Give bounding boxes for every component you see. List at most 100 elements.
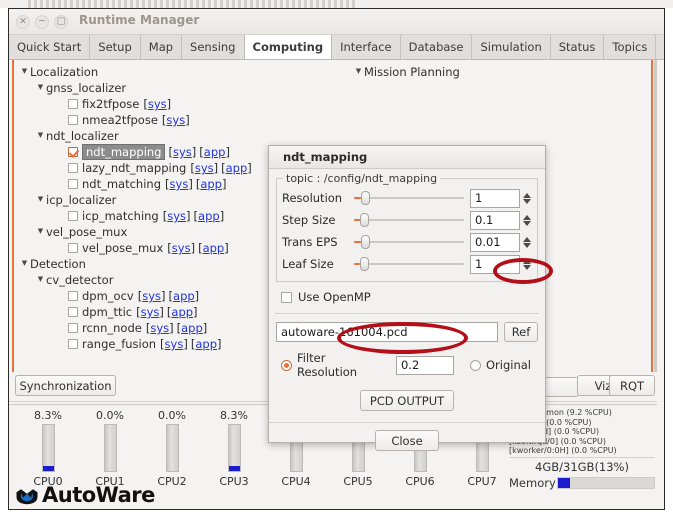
pcd-output-button[interactable]: PCD OUTPUT [360, 390, 454, 411]
node-checkbox[interactable] [68, 243, 78, 253]
cpu-bar [103, 424, 117, 472]
link-app[interactable]: [app] [221, 161, 252, 175]
dialog-divider-1 [275, 313, 539, 314]
node-checkbox[interactable] [68, 163, 78, 173]
link-app-text: app [198, 209, 220, 223]
link-sys[interactable]: [sys] [165, 177, 193, 191]
node-checkbox[interactable] [68, 307, 78, 317]
spinner-input[interactable] [470, 188, 520, 208]
minimize-icon[interactable]: − [35, 15, 49, 29]
tab-status[interactable]: Status [550, 35, 605, 59]
node-checkbox[interactable] [68, 323, 78, 333]
tab-computing[interactable]: Computing [243, 35, 333, 59]
chevron-down-icon[interactable]: ▼ [35, 131, 46, 139]
spinner-up-icon[interactable] [522, 192, 531, 198]
link-sys[interactable]: [sys] [136, 305, 164, 319]
right-node-tree: ▼ Mission Planning [343, 60, 657, 80]
minimize-glyph: − [38, 16, 46, 27]
spinner-down-icon[interactable] [522, 242, 531, 248]
tree-node-nmea2tfpose[interactable]: nmea2tfpose [sys] [9, 112, 339, 128]
link-app[interactable]: [app] [198, 241, 229, 255]
node-checkbox[interactable] [68, 339, 78, 349]
link-sys[interactable]: [sys] [146, 321, 174, 335]
link-app[interactable]: [app] [196, 177, 227, 191]
tab-quick-start[interactable]: Quick Start [9, 35, 91, 59]
tab-setup[interactable]: Setup [90, 35, 141, 59]
spinner-up-icon[interactable] [522, 236, 531, 242]
tab-database[interactable]: Database [400, 35, 473, 59]
original-radio[interactable] [469, 359, 481, 371]
slider-handle[interactable] [360, 191, 370, 205]
tab-sensing[interactable]: Sensing [182, 35, 245, 59]
link-sys[interactable]: [sys] [138, 289, 166, 303]
tree-node-mission-planning[interactable]: ▼ Mission Planning [343, 64, 657, 80]
link-app[interactable]: [app] [177, 321, 208, 335]
filter-resolution-radio[interactable] [281, 359, 292, 371]
slider-handle[interactable] [359, 257, 369, 271]
chevron-down-icon[interactable]: ▼ [19, 67, 30, 75]
tree-node-ndt_localizer[interactable]: ▼ ndt_localizer [9, 128, 339, 144]
spinner-up-icon[interactable] [522, 214, 531, 220]
link-sys[interactable]: [sys] [160, 337, 188, 351]
rqt-button[interactable]: RQT [609, 375, 655, 396]
ref-button[interactable]: Ref [504, 322, 538, 342]
tree-node-localization[interactable]: ▼ Localization [9, 64, 339, 80]
slider-track[interactable] [354, 235, 464, 249]
link-app[interactable]: [app] [199, 145, 230, 159]
pcd-file-input[interactable] [276, 322, 498, 342]
node-checkbox[interactable] [68, 211, 78, 221]
spinner-input[interactable] [470, 210, 520, 230]
link-app[interactable]: [app] [191, 337, 222, 351]
link-app[interactable]: [app] [194, 209, 225, 223]
dialog-close-button[interactable]: Close [375, 430, 439, 451]
maximize-icon[interactable]: □ [54, 15, 68, 29]
slider-track[interactable] [354, 213, 464, 227]
tab-topics[interactable]: Topics [604, 35, 657, 59]
spinner-down-icon[interactable] [522, 264, 531, 270]
memory-label: Memory [509, 476, 556, 490]
chevron-down-icon[interactable]: ▼ [35, 83, 46, 91]
tab-simulation[interactable]: Simulation [472, 35, 551, 59]
close-icon[interactable]: × [16, 15, 30, 29]
spinner-input[interactable] [470, 254, 520, 274]
slider-track[interactable] [354, 257, 464, 271]
link-app[interactable]: [app] [167, 305, 198, 319]
chevron-down-icon[interactable]: ▼ [35, 195, 46, 203]
chevron-down-icon[interactable]: ▼ [35, 275, 46, 283]
link-app[interactable]: [app] [169, 289, 200, 303]
link-sys[interactable]: [sys] [143, 97, 171, 111]
link-sys[interactable]: [sys] [190, 161, 218, 175]
dialog-title: ndt_mapping [269, 146, 545, 169]
spinner-down-icon[interactable] [522, 220, 531, 226]
tab-interface[interactable]: Interface [332, 35, 401, 59]
slider-fill [354, 197, 361, 199]
link-sys[interactable]: [sys] [163, 209, 191, 223]
filter-resolution-input[interactable] [395, 355, 454, 375]
chevron-down-icon[interactable]: ▼ [353, 67, 364, 75]
node-checkbox[interactable] [68, 147, 78, 157]
node-checkbox[interactable] [68, 99, 78, 109]
slider-handle[interactable] [360, 235, 370, 249]
node-label: gnss_localizer [46, 81, 127, 95]
slider-handle[interactable] [359, 213, 369, 227]
slider-track[interactable] [354, 191, 464, 205]
link-sys[interactable]: [sys] [168, 145, 196, 159]
tree-node-fix2tfpose[interactable]: fix2tfpose [sys] [9, 96, 339, 112]
spinner-up-icon[interactable] [522, 258, 531, 264]
tab-map[interactable]: Map [140, 35, 183, 59]
node-checkbox[interactable] [68, 291, 78, 301]
spinner-down-icon[interactable] [522, 198, 531, 204]
synchronization-button[interactable]: Synchronization [15, 375, 116, 396]
tree-node-gnss_localizer[interactable]: ▼ gnss_localizer [9, 80, 339, 96]
spinner-input[interactable] [470, 232, 520, 252]
chevron-down-icon[interactable]: ▼ [19, 259, 30, 267]
node-checkbox[interactable] [68, 115, 78, 125]
node-checkbox[interactable] [68, 179, 78, 189]
link-sys[interactable]: [sys] [162, 113, 190, 127]
node-label: Mission Planning [364, 65, 460, 79]
use-openmp-checkbox[interactable] [281, 291, 292, 303]
chevron-down-icon[interactable]: ▼ [35, 227, 46, 235]
link-sys[interactable]: [sys] [167, 241, 195, 255]
window-titlebar: × − □ Runtime Manager [9, 9, 664, 35]
use-openmp-row[interactable]: Use OpenMP [281, 289, 545, 305]
